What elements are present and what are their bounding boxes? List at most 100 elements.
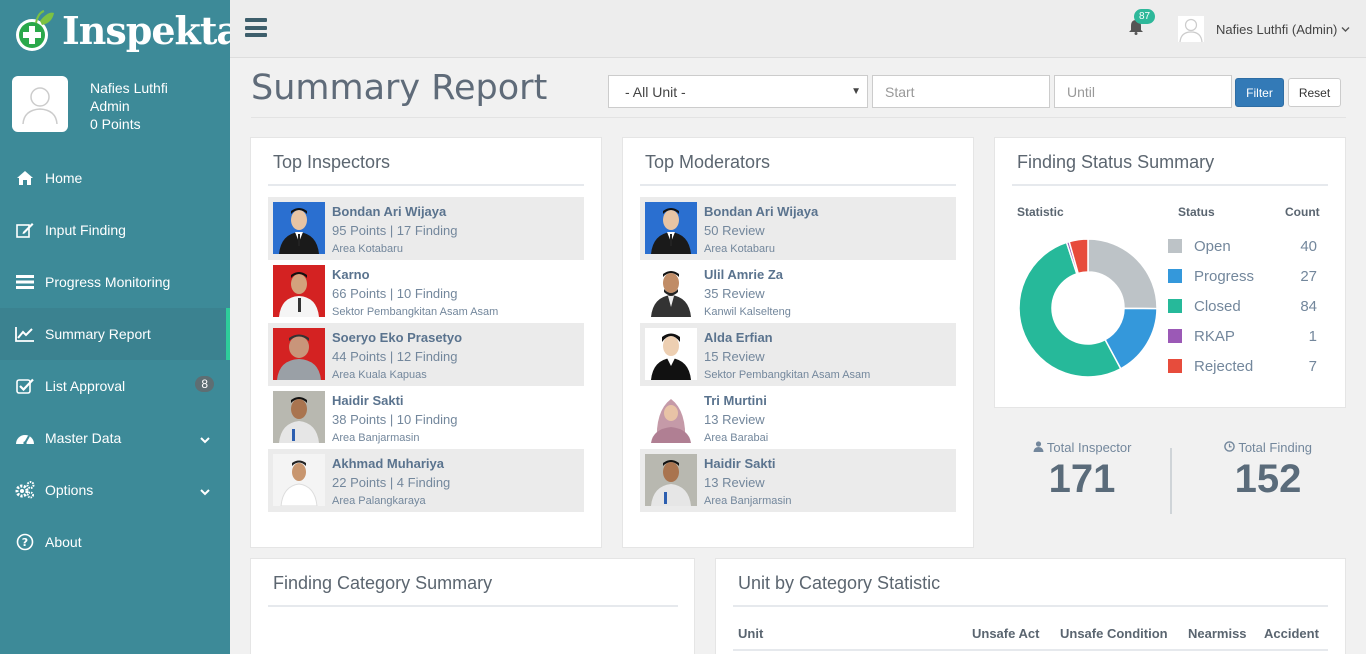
column-header: Status (1178, 205, 1215, 219)
divider (733, 605, 1328, 607)
column-header: Unsafe Condition (1060, 626, 1168, 641)
profile-photo (273, 328, 325, 380)
sidebar-item-label: Progress Monitoring (45, 274, 171, 290)
until-date-input[interactable]: Until (1054, 75, 1232, 108)
chevron-down-icon (1341, 26, 1350, 32)
column-header: Unsafe Act (972, 626, 1040, 641)
moderator-reviews: 15 Review (704, 349, 765, 364)
sidebar-item-master-data[interactable]: Master Data (0, 412, 230, 464)
app-logo[interactable]: Inspekta (0, 0, 241, 62)
total-finding-value: 152 (1234, 457, 1302, 501)
clock-icon (1224, 441, 1235, 452)
sidebar-item-progress-monitoring[interactable]: Progress Monitoring (0, 256, 230, 308)
moderator-area: Area Barabai (704, 432, 769, 444)
sidebar-item-summary-report[interactable]: Summary Report (0, 308, 230, 360)
edit-icon (15, 221, 35, 239)
legend-swatch (1168, 269, 1182, 283)
filter-button[interactable]: Filter (1235, 78, 1284, 107)
divider (1012, 184, 1328, 186)
sidebar: Inspekta Nafies Luthfi Admin 0 Points Ho… (0, 0, 241, 654)
approval-count-badge: 8 (195, 376, 214, 392)
moderator-name: Tri Murtini (704, 393, 767, 408)
legend-swatch (1168, 329, 1182, 343)
status-donut-chart (1018, 238, 1158, 378)
list-item[interactable]: Ulil Amrie Za 35 Review Kanwil Kalselten… (640, 260, 956, 323)
divider (251, 117, 1346, 118)
sidebar-item-label: Home (45, 170, 83, 186)
inspector-score: 66 Points | 10 Finding (332, 286, 458, 301)
avatar (1178, 16, 1204, 42)
column-header: Count (1285, 205, 1320, 219)
unit-category-panel: Unit by Category Statistic Unit Unsafe A… (715, 558, 1346, 654)
start-date-input[interactable]: Start (872, 75, 1050, 108)
list-item[interactable]: Bondan Ari Wijaya 50 Review Area Kotabar… (640, 197, 956, 260)
panel-title: Top Inspectors (273, 152, 391, 172)
column-header: Statistic (1017, 205, 1064, 219)
sidebar-item-list-approval[interactable]: List Approval 8 (0, 360, 230, 412)
sidebar-item-about[interactable]: ? About (0, 516, 230, 568)
donut-slice-open[interactable] (1087, 238, 1158, 310)
user-placeholder-icon (22, 87, 58, 125)
legend-count: 1 (1308, 327, 1317, 345)
moderator-area: Area Banjarmasin (704, 495, 792, 507)
inspector-name: Akhmad Muhariya (332, 456, 444, 471)
legend-label: RKAP (1194, 327, 1235, 345)
panel-title: Unit by Category Statistic (738, 573, 941, 593)
reset-button[interactable]: Reset (1288, 78, 1341, 107)
moderator-area: Sektor Pembangkitan Asam Asam (704, 369, 871, 381)
leaf-cross-icon (12, 9, 56, 53)
sidebar-item-options[interactable]: Options (0, 464, 230, 516)
legend-swatch (1168, 239, 1182, 253)
list-item[interactable]: Karno 66 Points | 10 Finding Sektor Pemb… (268, 260, 584, 323)
inspector-name: Soeryo Eko Prasetyo (332, 330, 463, 345)
top-inspectors-panel: Top Inspectors Bondan Ari Wijaya 95 Poin… (250, 137, 602, 548)
profile-photo (645, 265, 697, 317)
inspector-name: Haidir Sakti (332, 393, 404, 408)
list-item[interactable]: Haidir Sakti 38 Points | 10 Finding Area… (268, 386, 584, 449)
list-item[interactable]: Akhmad Muhariya 22 Points | 4 Finding Ar… (268, 449, 584, 512)
list-item[interactable]: Tri Murtini 13 Review Area Barabai (640, 386, 956, 449)
finding-status-panel: Finding Status Summary Statistic Status … (994, 137, 1346, 408)
sidebar-item-home[interactable]: Home (0, 152, 230, 204)
moderator-name: Alda Erfian (704, 330, 773, 345)
legend-count: 7 (1308, 357, 1317, 375)
legend-label: Rejected (1194, 357, 1254, 375)
legend-label: Open (1194, 237, 1231, 255)
total-finding-label: Total Finding (1238, 440, 1313, 455)
divider (1170, 448, 1172, 514)
inspector-area: Area Palangkaraya (332, 495, 426, 507)
user-icon (1033, 441, 1044, 452)
column-header: Unit (738, 626, 764, 641)
chevron-down-icon (200, 431, 210, 447)
user-menu[interactable]: Nafies Luthfi (Admin) (1178, 16, 1350, 42)
moderator-name: Bondan Ari Wijaya (704, 204, 819, 219)
totals-panel: Total Inspector 171 Total Finding 152 (1000, 436, 1346, 516)
legend-label: Progress (1194, 267, 1255, 285)
moderators-list: Bondan Ari Wijaya 50 Review Area Kotabar… (640, 197, 956, 512)
sidebar-item-input-finding[interactable]: Input Finding (0, 204, 230, 256)
unit-select[interactable]: - All Unit - ▼ (608, 75, 868, 108)
inspector-name: Karno (332, 267, 370, 282)
inspector-score: 22 Points | 4 Finding (332, 475, 451, 490)
list-item[interactable]: Alda Erfian 15 Review Sektor Pembangkita… (640, 323, 956, 386)
moderator-name: Haidir Sakti (704, 456, 776, 471)
list-item[interactable]: Haidir Sakti 13 Review Area Banjarmasin (640, 449, 956, 512)
gears-icon (15, 481, 35, 499)
moderator-reviews: 13 Review (704, 475, 765, 490)
profile-photo (645, 328, 697, 380)
legend-item: Closed 84 (1168, 296, 1317, 316)
list-item[interactable]: Soeryo Eko Prasetyo 44 Points | 12 Findi… (268, 323, 584, 386)
profile-points: 0 Points (90, 116, 141, 132)
home-icon (15, 169, 35, 187)
profile-photo (273, 454, 325, 506)
menu-toggle-icon[interactable] (245, 18, 267, 37)
sidebar-item-label: List Approval (45, 378, 126, 394)
legend-item: Progress 27 (1168, 266, 1317, 286)
total-inspector-stat: Total Inspector 171 (1002, 440, 1162, 503)
list-item[interactable]: Bondan Ari Wijaya 95 Points | 17 Finding… (268, 197, 584, 260)
divider (733, 649, 1328, 651)
profile-photo (645, 391, 697, 443)
inspector-area: Area Banjarmasin (332, 432, 420, 444)
sidebar-menu: Home Input Finding Progress Monitoring S… (0, 152, 230, 568)
notification-count-badge: 87 (1134, 9, 1156, 24)
